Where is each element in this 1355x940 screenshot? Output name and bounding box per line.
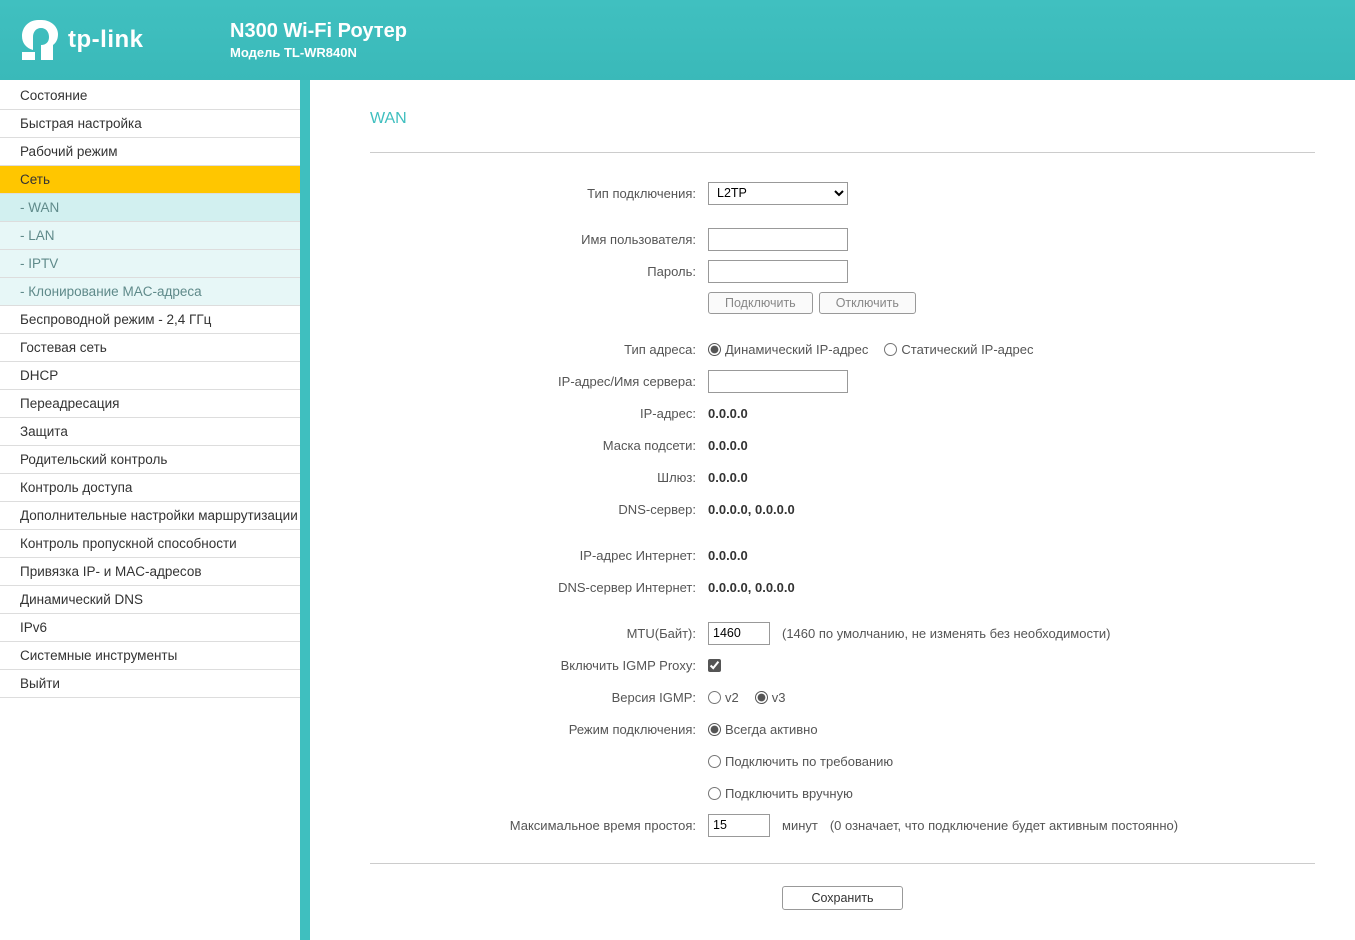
value-inet-dns: 0.0.0.0, 0.0.0.0 <box>708 580 795 595</box>
save-button[interactable]: Сохранить <box>782 886 902 910</box>
label-idle: Максимальное время простоя: <box>370 818 708 833</box>
nav-item-18[interactable]: Динамический DNS <box>0 586 300 614</box>
value-subnet: 0.0.0.0 <box>708 438 748 453</box>
main-content: WAN Тип подключения: L2TP Имя пользовате… <box>310 80 1355 940</box>
nav-item-17[interactable]: Привязка IP- и MAC-адресов <box>0 558 300 586</box>
nav-item-13[interactable]: Родительский контроль <box>0 446 300 474</box>
label-dns: DNS-сервер: <box>370 502 708 517</box>
label-subnet: Маска подсети: <box>370 438 708 453</box>
label-mtu: MTU(Байт): <box>370 626 708 641</box>
divider-top <box>370 152 1315 153</box>
brand-text: tp-link <box>68 26 144 54</box>
radio-igmp-v2[interactable]: v2 <box>708 690 739 705</box>
label-password: Пароль: <box>370 264 708 279</box>
nav-item-15[interactable]: Дополнительные настройки маршрутизации <box>0 502 300 530</box>
sidebar: СостояниеБыстрая настройкаРабочий режимС… <box>0 80 310 940</box>
divider-bottom <box>370 863 1315 864</box>
label-inet-dns: DNS-сервер Интернет: <box>370 580 708 595</box>
radio-static-ip[interactable]: Статический IP-адрес <box>884 342 1033 357</box>
header-title-block: N300 Wi-Fi Роутер Модель TL-WR840N <box>230 20 407 60</box>
server-ip-input[interactable] <box>708 370 848 393</box>
radio-mode-always[interactable]: Всегда активно <box>708 722 818 737</box>
nav-item-5[interactable]: - LAN <box>0 222 300 250</box>
product-model: Модель TL-WR840N <box>230 45 407 60</box>
label-inet-ip: IP-адрес Интернет: <box>370 548 708 563</box>
idle-unit: минут <box>782 818 818 833</box>
nav-item-1[interactable]: Быстрая настройка <box>0 110 300 138</box>
mtu-input[interactable] <box>708 622 770 645</box>
password-input[interactable] <box>708 260 848 283</box>
nav-item-10[interactable]: DHCP <box>0 362 300 390</box>
nav-item-11[interactable]: Переадресация <box>0 390 300 418</box>
value-inet-ip: 0.0.0.0 <box>708 548 748 563</box>
tplink-logo-icon <box>20 18 60 62</box>
radio-mode-demand[interactable]: Подключить по требованию <box>708 754 893 769</box>
radio-mode-manual[interactable]: Подключить вручную <box>708 786 853 801</box>
label-connection-type: Тип подключения: <box>370 186 708 201</box>
label-igmp-version: Версия IGMP: <box>370 690 708 705</box>
connection-type-select[interactable]: L2TP <box>708 182 848 205</box>
label-igmp-proxy: Включить IGMP Proxy: <box>370 658 708 673</box>
value-dns: 0.0.0.0, 0.0.0.0 <box>708 502 795 517</box>
igmp-proxy-checkbox[interactable] <box>708 659 721 672</box>
brand-logo: tp-link <box>20 18 220 62</box>
nav-item-19[interactable]: IPv6 <box>0 614 300 642</box>
username-input[interactable] <box>708 228 848 251</box>
nav-item-6[interactable]: - IPTV <box>0 250 300 278</box>
nav-item-14[interactable]: Контроль доступа <box>0 474 300 502</box>
label-gateway: Шлюз: <box>370 470 708 485</box>
page-title: WAN <box>370 110 1315 128</box>
label-ip-address: IP-адрес: <box>370 406 708 421</box>
radio-igmp-v3[interactable]: v3 <box>755 690 786 705</box>
radio-dynamic-ip[interactable]: Динамический IP-адрес <box>708 342 868 357</box>
nav-item-4[interactable]: - WAN <box>0 194 300 222</box>
nav-item-8[interactable]: Беспроводной режим - 2,4 ГГц <box>0 306 300 334</box>
connect-button[interactable]: Подключить <box>708 292 813 314</box>
label-conn-mode: Режим подключения: <box>370 722 708 737</box>
label-server-ip: IP-адрес/Имя сервера: <box>370 374 708 389</box>
nav-item-16[interactable]: Контроль пропускной способности <box>0 530 300 558</box>
nav-item-21[interactable]: Выйти <box>0 670 300 698</box>
nav-item-12[interactable]: Защита <box>0 418 300 446</box>
nav-item-20[interactable]: Системные инструменты <box>0 642 300 670</box>
header: tp-link N300 Wi-Fi Роутер Модель TL-WR84… <box>0 0 1355 80</box>
disconnect-button[interactable]: Отключить <box>819 292 916 314</box>
nav-item-0[interactable]: Состояние <box>0 82 300 110</box>
nav-item-7[interactable]: - Клонирование MAC-адреса <box>0 278 300 306</box>
nav-item-3[interactable]: Сеть <box>0 166 300 194</box>
nav-item-2[interactable]: Рабочий режим <box>0 138 300 166</box>
label-username: Имя пользователя: <box>370 232 708 247</box>
nav-item-9[interactable]: Гостевая сеть <box>0 334 300 362</box>
hint-mtu: (1460 по умолчанию, не изменять без необ… <box>782 626 1111 641</box>
value-ip-address: 0.0.0.0 <box>708 406 748 421</box>
label-address-type: Тип адреса: <box>370 342 708 357</box>
value-gateway: 0.0.0.0 <box>708 470 748 485</box>
idle-note: (0 означает, что подключение будет актив… <box>830 818 1178 833</box>
product-title: N300 Wi-Fi Роутер <box>230 20 407 43</box>
idle-input[interactable] <box>708 814 770 837</box>
